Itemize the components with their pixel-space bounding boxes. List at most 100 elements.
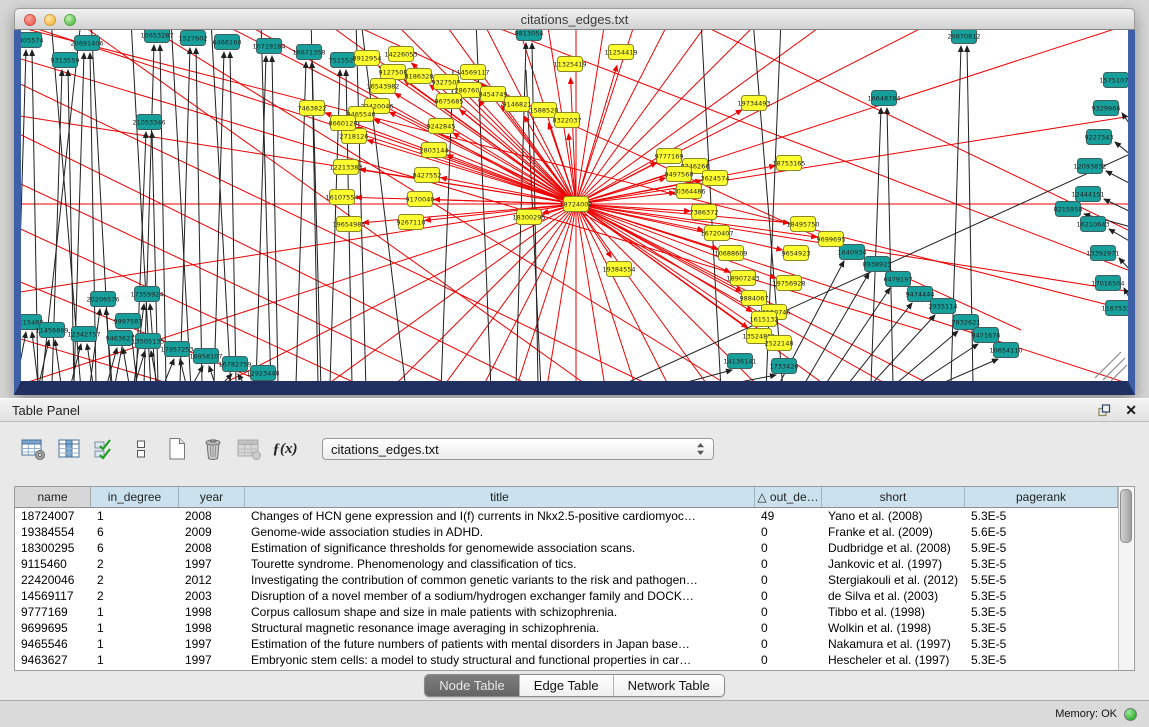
cell-short: de Silva et al. (2003) bbox=[822, 588, 965, 604]
column-header-name[interactable]: name bbox=[15, 487, 91, 507]
table-settings-icon[interactable] bbox=[18, 435, 48, 463]
cell-pagerank: 5.3E-5 bbox=[965, 604, 1118, 620]
rows-icon[interactable] bbox=[126, 435, 156, 463]
cell-pagerank: 5.3E-5 bbox=[965, 620, 1118, 636]
memory-status-indicator bbox=[1124, 708, 1137, 721]
graph-node-label: 8471676 bbox=[972, 331, 1001, 339]
network-table-selector[interactable]: citations_edges.txt bbox=[322, 438, 714, 460]
table-row[interactable]: 946362711997Embryonic stem cells: a mode… bbox=[15, 652, 1118, 668]
float-panel-icon[interactable] bbox=[1098, 404, 1111, 417]
cell-year: 1997 bbox=[179, 556, 245, 572]
node-table: namein_degreeyeartitle△ out_de…shortpage… bbox=[14, 486, 1135, 671]
tab-edge-table[interactable]: Edge Table bbox=[519, 675, 613, 696]
graph-node-label: 1733426 bbox=[770, 362, 799, 370]
table-row[interactable]: 911546021997Tourette syndrome. Phenomeno… bbox=[15, 556, 1118, 572]
cell-title: Estimation of significance thresholds fo… bbox=[245, 540, 755, 556]
close-panel-icon[interactable]: ✕ bbox=[1125, 403, 1137, 417]
cell-pagerank: 5.3E-5 bbox=[965, 636, 1118, 652]
table-tabbar: Node TableEdge TableNetwork Table bbox=[0, 674, 1149, 697]
graph-node-label: 16648784 bbox=[867, 94, 900, 102]
graph-node-label: 9997587 bbox=[114, 317, 143, 325]
cell-year: 1998 bbox=[179, 620, 245, 636]
column-header-pagerank[interactable]: pagerank bbox=[965, 487, 1118, 507]
cell-year: 2008 bbox=[179, 508, 245, 524]
resize-grip-icon[interactable] bbox=[1111, 365, 1127, 381]
graph-node-label: 8938923 bbox=[863, 260, 892, 268]
table-body: 1872400712008Changes of HCN gene express… bbox=[15, 508, 1118, 668]
graph-node-label: 7386372 bbox=[690, 208, 719, 216]
graph-node-label: 18724007 bbox=[559, 200, 592, 208]
node-table-main: namein_degreeyeartitle△ out_de…shortpage… bbox=[15, 487, 1118, 670]
cell-year: 2003 bbox=[179, 588, 245, 604]
graph-node-label: 12444151 bbox=[1071, 190, 1104, 198]
cell-name: 18724007 bbox=[15, 508, 91, 524]
tab-node-table[interactable]: Node Table bbox=[425, 675, 519, 696]
cell-pagerank: 5.9E-5 bbox=[965, 540, 1118, 556]
cell-title: Structural magnetic resonance image aver… bbox=[245, 620, 755, 636]
minimize-window-button[interactable] bbox=[44, 14, 56, 26]
graph-node-label: 20870812 bbox=[947, 32, 980, 40]
table-row[interactable]: 977716911998Corpus callosum shape and si… bbox=[15, 604, 1118, 620]
cell-out_degree: 49 bbox=[755, 508, 822, 524]
column-header-out_degree[interactable]: △ out_de… bbox=[755, 487, 822, 507]
resize-grip-icon[interactable] bbox=[1103, 358, 1125, 380]
column-header-year[interactable]: year bbox=[179, 487, 245, 507]
cell-year: 2008 bbox=[179, 540, 245, 556]
select-all-icon[interactable] bbox=[90, 435, 120, 463]
cell-name: 9777169 bbox=[15, 604, 91, 620]
new-table-icon[interactable] bbox=[162, 435, 192, 463]
graph-node-label: 10653287 bbox=[140, 31, 173, 39]
graph-node-label: 14569117 bbox=[456, 68, 489, 76]
column-header-title[interactable]: title bbox=[245, 487, 755, 507]
table-row[interactable]: 969969511998Structural magnetic resonanc… bbox=[15, 620, 1118, 636]
cell-name: 18300295 bbox=[15, 540, 91, 556]
zoom-window-button[interactable] bbox=[64, 14, 76, 26]
scrollbar-thumb[interactable] bbox=[1120, 489, 1132, 543]
graph-node-label: 9699695 bbox=[817, 235, 846, 243]
table-row[interactable]: 1830029562008Estimation of significance … bbox=[15, 540, 1118, 556]
graph-node-label: 19756928 bbox=[772, 279, 805, 287]
function-builder-icon[interactable]: ƒ(x) bbox=[270, 435, 300, 463]
cell-short: Tibbo et al. (1998) bbox=[822, 604, 965, 620]
tab-network-table[interactable]: Network Table bbox=[613, 675, 724, 696]
cell-pagerank: 5.5E-5 bbox=[965, 572, 1118, 588]
cell-in_degree: 1 bbox=[91, 604, 179, 620]
graph-node-label: 20206576 bbox=[86, 295, 119, 303]
table-column-icon[interactable] bbox=[54, 435, 84, 463]
graph-node-label: 8322037 bbox=[553, 116, 582, 124]
column-header-in_degree[interactable]: in_degree bbox=[91, 487, 179, 507]
graph-node-label: 9654923 bbox=[782, 249, 811, 257]
table-row[interactable]: 1456911722003Disruption of a novel membe… bbox=[15, 588, 1118, 604]
cell-title: Investigating the contribution of common… bbox=[245, 572, 755, 588]
table-panel-header: Table Panel ✕ bbox=[0, 398, 1149, 422]
graph-node-label: 12923448 bbox=[246, 369, 279, 377]
graph-node-label: 17016504 bbox=[1091, 279, 1124, 287]
cell-title: Disruption of a novel member of a sodium… bbox=[245, 588, 755, 604]
cell-name: 9699695 bbox=[15, 620, 91, 636]
cell-name: 14569117 bbox=[15, 588, 91, 604]
window-titlebar[interactable]: citations_edges.txt bbox=[14, 8, 1135, 30]
graph-node-label: 21053346 bbox=[132, 118, 165, 126]
cell-year: 2012 bbox=[179, 572, 245, 588]
dropdown-arrows-icon bbox=[696, 442, 705, 456]
network-view-window: citations_edges.txt 94055742069140693135… bbox=[14, 8, 1135, 395]
table-row[interactable]: 946554611997Estimation of the future num… bbox=[15, 636, 1118, 652]
column-header-short[interactable]: short bbox=[822, 487, 965, 507]
graph-node-label: 19734493 bbox=[737, 99, 770, 107]
cell-short: Stergiakouli et al. (2012) bbox=[822, 572, 965, 588]
cell-out_degree: 0 bbox=[755, 524, 822, 540]
graph-node-label: 16210643 bbox=[1076, 220, 1109, 228]
close-window-button[interactable] bbox=[24, 14, 36, 26]
graph-node-label: 14136141 bbox=[723, 357, 756, 365]
table-scrollbar[interactable] bbox=[1118, 487, 1133, 670]
cell-name: 9463627 bbox=[15, 652, 91, 668]
delete-rows-icon[interactable] bbox=[198, 435, 228, 463]
graph-node-label: 8660128 bbox=[329, 119, 358, 127]
table-row[interactable]: 1872400712008Changes of HCN gene express… bbox=[15, 508, 1118, 524]
network-canvas[interactable]: 9405574206914069313559106532871527602646… bbox=[21, 30, 1128, 381]
table-row[interactable]: 1938455462009Genome-wide association stu… bbox=[15, 524, 1118, 540]
cell-name: 19384554 bbox=[15, 524, 91, 540]
graph-node-label: 3624574 bbox=[701, 174, 730, 182]
table-row[interactable]: 2242004622012Investigating the contribut… bbox=[15, 572, 1118, 588]
cell-in_degree: 1 bbox=[91, 652, 179, 668]
